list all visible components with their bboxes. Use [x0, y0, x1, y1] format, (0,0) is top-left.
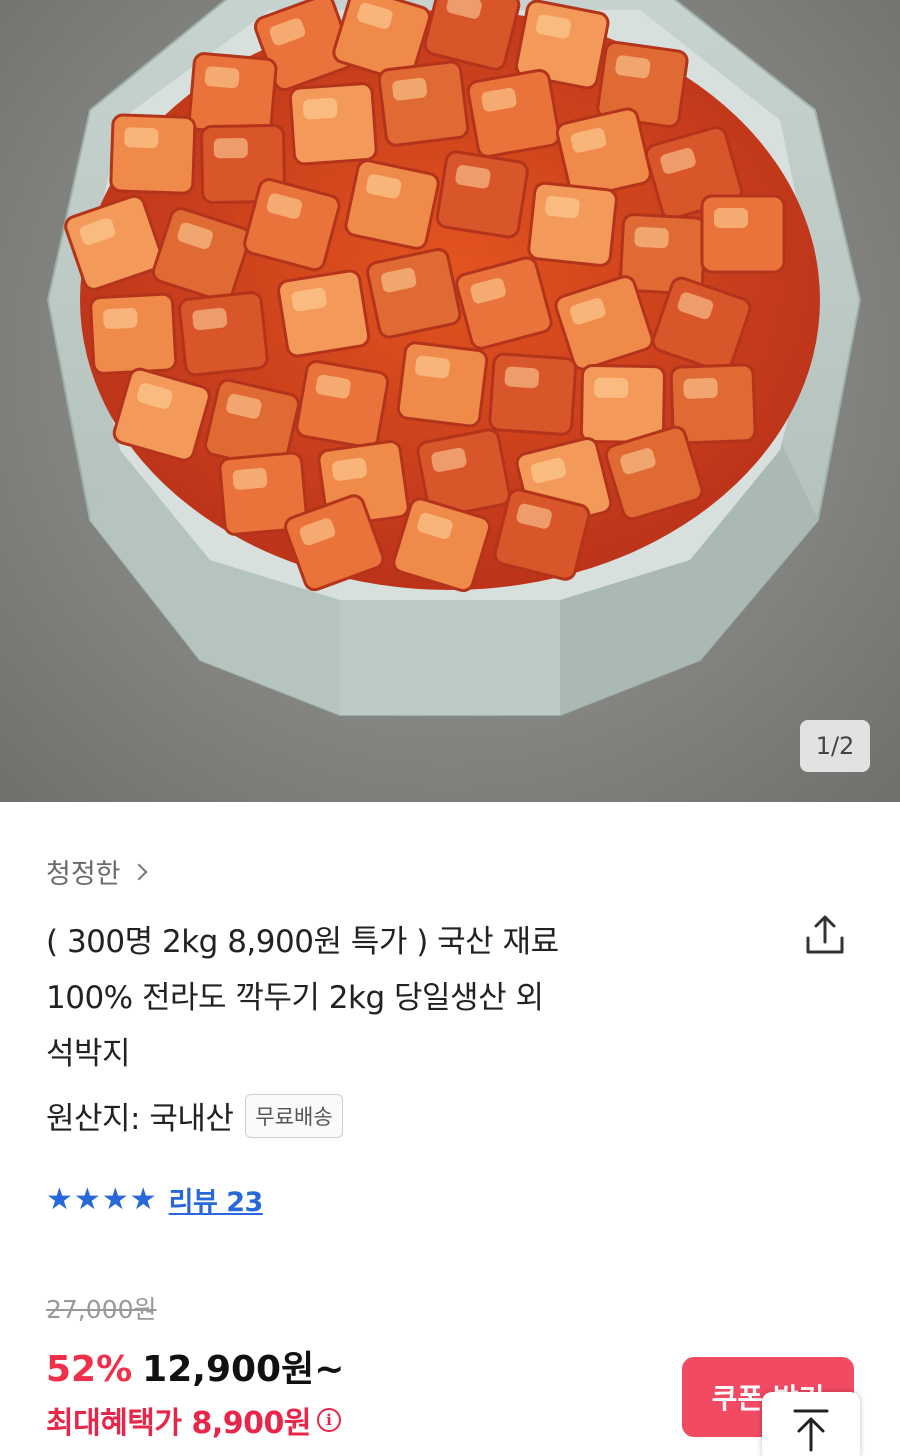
max-benefit-price: 최대혜택가 8,900원	[46, 1406, 311, 1441]
cube-highlight	[544, 195, 580, 219]
scroll-top-button[interactable]	[762, 1392, 860, 1456]
share-button[interactable]	[800, 910, 850, 960]
image-counter: 1/2	[800, 720, 870, 772]
cube-highlight	[714, 208, 748, 228]
free-shipping-badge: 무료배송	[245, 1093, 343, 1138]
radish-cube	[288, 82, 378, 166]
radish-cube	[579, 364, 666, 445]
review-link[interactable]: 리뷰 23	[169, 1180, 264, 1219]
cube-highlight	[232, 467, 268, 490]
original-price: 27,000원	[46, 1295, 157, 1324]
cube-highlight	[192, 307, 228, 331]
cube-highlight	[392, 77, 428, 101]
radish-cube	[344, 159, 440, 250]
cube-highlight	[504, 366, 540, 389]
arrow-up-icon	[793, 1409, 829, 1452]
radish-cube	[466, 68, 561, 158]
radish-cube	[295, 360, 390, 449]
radish-cube	[377, 60, 470, 147]
cube-highlight	[302, 97, 338, 120]
cube-highlight	[683, 377, 718, 399]
cube-highlight	[204, 66, 240, 89]
price-row: 52% 12,900원~	[46, 1340, 344, 1392]
product-title: ( 300명 2kg 8,900원 특가 ) 국산 재료 100% 전라도 깍두…	[46, 914, 686, 1082]
star-icon: ★	[101, 1181, 129, 1217]
cube-highlight	[103, 307, 138, 330]
seller-link[interactable]: 청정한	[46, 852, 148, 891]
share-icon	[806, 915, 844, 954]
radish-cube	[187, 52, 278, 137]
discount-rate: 52%	[46, 1349, 133, 1390]
title-line: ( 300명 2kg 8,900원 특가 ) 국산 재료	[46, 924, 559, 960]
radish-cube	[277, 269, 371, 358]
radish-cube	[396, 341, 489, 428]
product-image[interactable]: 1/2	[0, 0, 900, 802]
info-icon[interactable]: i	[316, 1408, 341, 1432]
radish-cube	[109, 113, 197, 195]
radish-cube	[89, 292, 178, 375]
radish-cube	[527, 181, 618, 267]
origin-text: 원산지: 국내산	[46, 1101, 234, 1137]
star-rating: ★ ★ ★ ★	[46, 1181, 157, 1217]
cube-highlight	[213, 137, 248, 159]
radish-cube	[435, 150, 529, 239]
chevron-right-icon	[130, 863, 148, 880]
radish-cube	[178, 291, 269, 377]
seller-name: 청정한	[46, 859, 121, 890]
radish-cube	[366, 247, 462, 339]
star-icon: ★	[73, 1181, 101, 1217]
cube-highlight	[594, 377, 629, 399]
origin-row: 원산지: 국내산 무료배송	[46, 1093, 343, 1138]
title-line: 석박지	[46, 1036, 131, 1072]
max-benefit-row: 최대혜택가 8,900원 i	[46, 1398, 341, 1442]
cube-highlight	[415, 355, 450, 379]
title-line: 100% 전라도 깍두기 2kg 당일생산 외	[46, 980, 544, 1016]
star-icon: ★	[129, 1181, 157, 1217]
radish-cube	[700, 194, 786, 274]
radish-cube	[488, 352, 578, 436]
sale-price: 12,900원~	[142, 1349, 345, 1390]
star-icon: ★	[46, 1181, 73, 1217]
kimchi-bowl-photo	[46, 0, 862, 716]
cube-highlight	[124, 127, 159, 149]
cube-highlight	[634, 226, 669, 249]
rating-row[interactable]: ★ ★ ★ ★ 리뷰 23	[46, 1180, 263, 1219]
